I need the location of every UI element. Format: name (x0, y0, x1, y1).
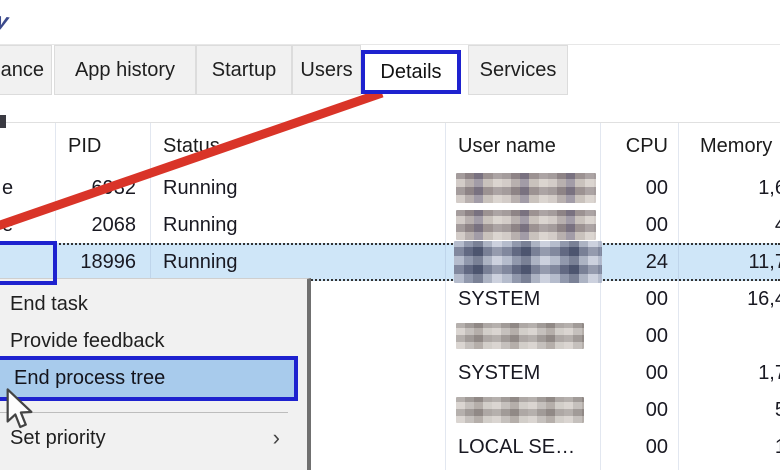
tab-label: App history (74, 58, 176, 81)
column-header-user-name[interactable]: User name (458, 132, 556, 160)
cell-memory[interactable]: 11,7 (680, 245, 780, 279)
cell-memory[interactable]: 1,6 (680, 170, 780, 207)
censored-user-name (454, 241, 602, 283)
header-divider (0, 122, 780, 123)
cell-user-name[interactable]: SYSTEM (458, 355, 608, 392)
cell-cpu[interactable]: 00 (600, 318, 668, 355)
tab-label: Services (479, 58, 557, 81)
cell-memory[interactable]: 4 (680, 207, 780, 244)
column-separator (678, 123, 679, 470)
cell-memory[interactable]: 16,4 (680, 281, 780, 318)
task-manager-window: y ance App history Startup Users Service… (0, 0, 780, 470)
cell-cpu[interactable]: 00 (600, 281, 668, 318)
cell-memory[interactable] (680, 318, 780, 355)
censored-user-name (456, 397, 584, 423)
column-header-cpu[interactable]: CPU (600, 132, 668, 160)
cell-memory[interactable]: 5 (680, 392, 780, 429)
censored-user-name (456, 210, 596, 240)
cut-off-text-glyph: y (0, 7, 10, 34)
cell-cpu[interactable]: 00 (600, 207, 668, 244)
menu-item-label: Set priority (10, 426, 106, 449)
cell-cpu[interactable]: 00 (600, 392, 668, 429)
selected-row-annotation-box (0, 241, 57, 285)
column-separator (445, 123, 446, 470)
table-row[interactable]: e 2068 Running 00 4 (0, 207, 780, 244)
cell-memory[interactable]: 1,7 (680, 355, 780, 392)
tab-label: Startup (211, 58, 277, 81)
tab-details-annotation-box[interactable]: Details (361, 50, 461, 94)
tab-label: ance (0, 58, 44, 81)
column-header-pid[interactable]: PID (68, 132, 101, 160)
menu-item-end-task[interactable]: End task (10, 286, 88, 322)
cell-status[interactable]: Running (163, 245, 363, 279)
cut-off-artifact (0, 115, 6, 128)
table-row[interactable]: e 6932 Running 00 1,6 (0, 170, 780, 207)
cell-cpu[interactable]: 00 (600, 170, 668, 207)
cell-status[interactable]: Running (163, 207, 363, 244)
cell-cpu[interactable]: 00 (600, 429, 668, 466)
column-separator (600, 123, 601, 470)
tab-label: Users (300, 58, 353, 81)
menu-item-label: End process tree (14, 367, 166, 389)
tab-label: Details (380, 60, 442, 83)
tab-users[interactable]: Users (292, 45, 361, 95)
menu-item-set-priority[interactable]: Set priority › (10, 420, 280, 456)
censored-user-name (456, 173, 596, 203)
menu-separator (0, 412, 288, 413)
column-header-memory[interactable]: Memory (700, 132, 772, 160)
cell-user-name[interactable]: LOCAL SE… (458, 429, 608, 466)
cell-status[interactable]: Running (163, 170, 363, 207)
cell-memory[interactable]: 1 (680, 429, 780, 466)
menu-item-provide-feedback[interactable]: Provide feedback (10, 323, 165, 359)
cell-cpu[interactable]: 00 (600, 355, 668, 392)
column-header-status[interactable]: Status (163, 132, 220, 160)
cell-user-name[interactable]: SYSTEM (458, 281, 608, 318)
cell-cpu[interactable]: 24 (600, 245, 668, 279)
table-row[interactable]: 18996 Running 24 11,7 (0, 241, 780, 283)
tab-performance-truncated[interactable]: ance (0, 45, 52, 95)
tab-app-history[interactable]: App history (54, 45, 196, 95)
submenu-arrow-icon: › (272, 425, 280, 450)
censored-user-name (456, 323, 584, 349)
menu-item-end-process-tree-annotation-box[interactable]: End process tree (0, 356, 298, 401)
tab-services[interactable]: Services (468, 45, 568, 95)
tab-startup[interactable]: Startup (196, 45, 292, 95)
